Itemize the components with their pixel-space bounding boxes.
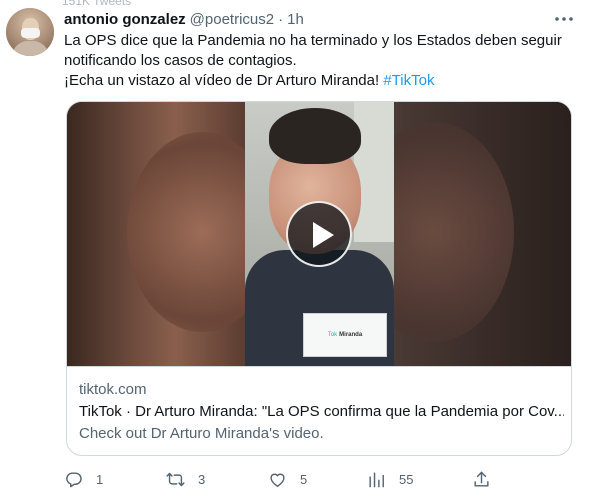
action-bar: 1 3 5 55 bbox=[62, 466, 582, 492]
tweet-text-line: notificando los casos de contagios. bbox=[64, 52, 297, 69]
video-thumbnail[interactable]: Tok Miranda bbox=[67, 102, 571, 366]
views-button[interactable]: 55 bbox=[367, 466, 413, 492]
retweet-icon bbox=[166, 472, 185, 486]
views-count: 55 bbox=[399, 471, 414, 487]
play-icon[interactable] bbox=[286, 201, 352, 267]
avatar[interactable] bbox=[6, 8, 54, 56]
views-icon bbox=[369, 471, 384, 487]
blurred-background-right bbox=[354, 102, 571, 366]
separator-dot: · bbox=[278, 10, 284, 28]
tweet-count-header: 151K Tweets bbox=[62, 0, 132, 8]
card-info[interactable]: tiktok.com TikTok · Dr Arturo Miranda: "… bbox=[67, 366, 571, 455]
reply-icon bbox=[66, 471, 82, 487]
video-sign-name: Miranda bbox=[339, 332, 363, 338]
retweet-count: 3 bbox=[198, 471, 206, 487]
blurred-background-left bbox=[67, 102, 277, 366]
share-button[interactable] bbox=[472, 466, 491, 492]
tweet-text-fragment: ¡Echa un vistazo al vídeo de Dr Arturo M… bbox=[64, 72, 384, 89]
author-name[interactable]: antonio gonzalez bbox=[64, 11, 186, 28]
video-sign-brand: Tok bbox=[327, 332, 338, 338]
tweet-header: antonio gonzalez @poetricus2 · 1h bbox=[64, 9, 304, 29]
card-domain: tiktok.com bbox=[79, 381, 147, 398]
tweet-text-line: ¡Echa un vistazo al vídeo de Dr Arturo M… bbox=[64, 71, 579, 91]
like-icon bbox=[270, 473, 285, 487]
like-count: 5 bbox=[300, 471, 308, 487]
card-description: Check out Dr Arturo Miranda's video. bbox=[79, 425, 324, 442]
author-handle[interactable]: @poetricus2 bbox=[190, 11, 274, 28]
tweet-text-line: La OPS dice que la Pandemia no ha termin… bbox=[64, 32, 562, 49]
video-sign: Tok Miranda bbox=[303, 313, 387, 357]
hashtag-link[interactable]: #TikTok bbox=[383, 72, 434, 89]
share-icon bbox=[474, 471, 489, 487]
reply-button[interactable]: 1 bbox=[64, 466, 103, 492]
tweet-time[interactable]: 1h bbox=[287, 11, 304, 28]
retweet-button[interactable]: 3 bbox=[166, 466, 205, 492]
link-card[interactable]: Tok Miranda tiktok.com TikTok · Dr Artur… bbox=[66, 101, 572, 456]
reply-count: 1 bbox=[96, 471, 104, 487]
tweet-text: La OPS dice que la Pandemia no ha termin… bbox=[64, 31, 579, 91]
card-title: TikTok · Dr Arturo Miranda: "La OPS conf… bbox=[79, 403, 564, 420]
like-button[interactable]: 5 bbox=[268, 466, 307, 492]
more-dots-icon[interactable] bbox=[551, 8, 577, 30]
